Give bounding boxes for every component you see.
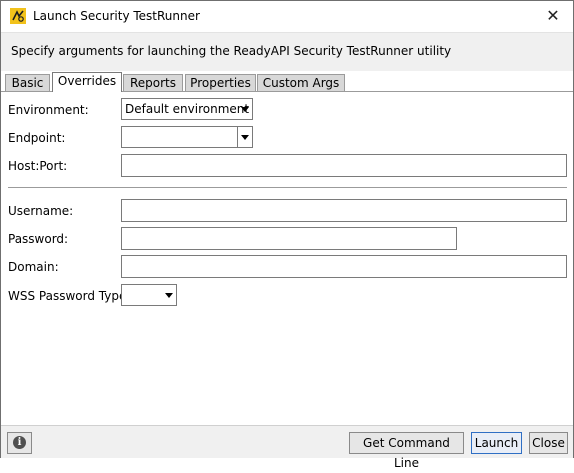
banner-text: Specify arguments for launching the Read…: [11, 44, 452, 58]
close-icon[interactable]: ✕: [542, 5, 564, 27]
environment-select[interactable]: Default environment: [121, 98, 253, 120]
info-button[interactable]: i: [7, 432, 32, 454]
password-label: Password:: [8, 232, 69, 246]
domain-label: Domain:: [8, 260, 59, 274]
domain-input[interactable]: [121, 255, 567, 278]
description-banner: Specify arguments for launching the Read…: [1, 32, 573, 71]
dialog-footer: i Get Command Line Launch Close: [1, 425, 573, 470]
section-divider: [8, 187, 567, 188]
wss-password-type-label: WSS Password Type:: [8, 289, 131, 303]
launch-dialog: Launch Security TestRunner ✕ Specify arg…: [0, 0, 574, 470]
endpoint-divider: [237, 127, 238, 147]
info-icon: i: [13, 436, 26, 449]
launch-button[interactable]: Launch: [471, 432, 522, 454]
close-button[interactable]: Close: [529, 432, 568, 454]
title-bar: Launch Security TestRunner ✕: [1, 1, 573, 32]
get-command-line-button[interactable]: Get Command Line: [349, 432, 464, 470]
tab-basic[interactable]: Basic: [5, 74, 50, 92]
wss-password-type-select[interactable]: [121, 284, 177, 306]
readyapi-app-icon: [10, 8, 26, 24]
environment-label: Environment:: [8, 103, 89, 117]
chevron-down-icon: [165, 293, 173, 298]
tab-custom-args[interactable]: Custom Args: [257, 74, 345, 92]
username-label: Username:: [8, 204, 74, 218]
chevron-down-icon: [241, 107, 249, 112]
chevron-down-icon: [241, 135, 249, 140]
tab-reports[interactable]: Reports: [123, 74, 183, 92]
username-input[interactable]: [121, 199, 567, 222]
tab-properties[interactable]: Properties: [185, 74, 256, 92]
tab-overrides[interactable]: Overrides: [52, 72, 122, 92]
hostport-label: Host:Port:: [8, 159, 68, 173]
environment-selected: Default environment: [125, 102, 250, 116]
window-title: Launch Security TestRunner: [33, 9, 200, 23]
password-input[interactable]: [121, 227, 457, 250]
hostport-input[interactable]: [121, 154, 567, 177]
endpoint-label: Endpoint:: [8, 131, 66, 145]
endpoint-select[interactable]: [121, 126, 253, 148]
